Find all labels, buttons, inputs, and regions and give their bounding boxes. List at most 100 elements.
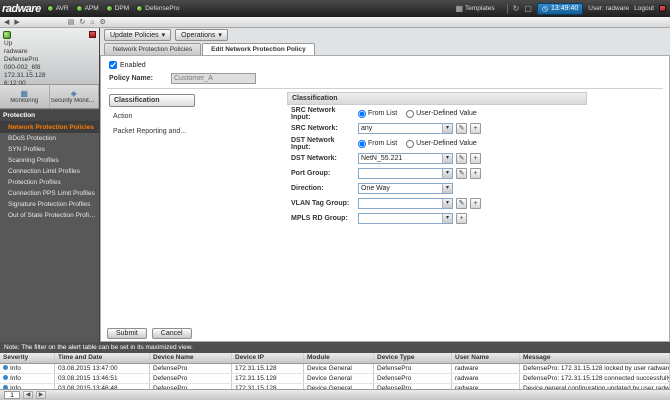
nav-section-protection[interactable]: Protection	[0, 110, 99, 122]
src-from-list-option[interactable]: From List	[358, 109, 398, 118]
device-status: Up	[4, 40, 13, 47]
add-icon[interactable]: +	[470, 198, 481, 209]
refresh-icon[interactable]: ↻	[513, 4, 520, 13]
previous-page-icon[interactable]: ◀	[23, 391, 33, 399]
home-icon[interactable]: ⌂	[89, 18, 95, 27]
alerts-table: Severity Time and Date Device Name Devic…	[0, 353, 670, 389]
device-type: DefensePro	[4, 56, 39, 63]
nav-item-signature-protection-profiles[interactable]: Signature Protection Profiles	[0, 199, 99, 210]
alert-row[interactable]: Info 03.08.2015 13:47:00 DefensePro 172.…	[0, 364, 670, 374]
next-page-icon[interactable]: ▶	[36, 391, 46, 399]
nav-item-out-of-state-protection-profiles[interactable]: Out of State Protection Profiles	[0, 210, 99, 221]
src-user-defined-radio[interactable]	[406, 109, 415, 118]
policy-name-row: Policy Name:	[109, 73, 663, 84]
src-network-select[interactable]: any ▾	[358, 123, 453, 134]
section-packet-reporting[interactable]: Packet Reporting and...	[109, 126, 195, 137]
edit-icon[interactable]: ✎	[456, 153, 467, 164]
classification-group-title: Classification	[287, 92, 587, 105]
edit-icon[interactable]: ✎	[456, 168, 467, 179]
port-group-row: Port Group: ▾ ✎ +	[291, 168, 587, 179]
radio-label: From List	[368, 110, 398, 117]
divider	[107, 88, 663, 89]
app-defensepro[interactable]: DefensePro	[136, 5, 179, 12]
section-action[interactable]: Action	[109, 111, 195, 122]
nav-item-connection-pps-limit-profiles[interactable]: Connection PPS Limit Profiles	[0, 188, 99, 199]
col-module[interactable]: Module	[304, 353, 374, 363]
clock-display: ◷ 13:49:40	[536, 2, 584, 15]
edit-icon[interactable]: ✎	[456, 198, 467, 209]
content-tabs: Network Protection Policies Edit Network…	[100, 42, 670, 55]
col-severity[interactable]: Severity	[0, 353, 55, 363]
section-classification[interactable]: Classification	[109, 94, 195, 107]
app-label: APM	[84, 5, 99, 12]
templates-button[interactable]: ▦ Templates	[455, 4, 494, 13]
dst-user-defined-radio[interactable]	[406, 139, 415, 148]
tab-label: Monitoring	[10, 98, 39, 104]
col-device-type[interactable]: Device Type	[374, 353, 452, 363]
gear-icon[interactable]: ⚙	[99, 18, 107, 27]
nav-item-protection-profiles[interactable]: Protection Profiles	[0, 177, 99, 188]
nav-item-network-protection-policies[interactable]: Network Protection Policies	[0, 122, 99, 133]
app-avr[interactable]: AVR	[46, 5, 69, 12]
device-name-value: DefensePro	[150, 364, 232, 373]
chevron-down-icon: ▾	[161, 32, 166, 39]
alert-row[interactable]: Info 03.08.2015 13:46:51 DefensePro 172.…	[0, 374, 670, 384]
info-icon	[3, 365, 8, 370]
src-user-defined-option[interactable]: User-Defined Value	[406, 109, 477, 118]
cancel-button[interactable]: Cancel	[151, 328, 192, 339]
col-time-and-date[interactable]: Time and Date	[55, 353, 150, 363]
update-policies-button[interactable]: Update Policies ▾	[104, 29, 172, 41]
refresh-device-icon[interactable]: ↻	[78, 18, 86, 27]
mpls-rd-group-select[interactable]: ▾	[358, 213, 453, 224]
src-from-list-radio[interactable]	[358, 109, 366, 118]
direction-row: Direction: One Way ▾	[291, 183, 587, 194]
dst-network-label: DST Network:	[291, 155, 337, 162]
col-device-name[interactable]: Device Name	[150, 353, 232, 363]
logout-button[interactable]: Logout	[634, 5, 654, 12]
form-footer: Submit Cancel	[107, 328, 192, 339]
chevron-down-icon: ▾	[442, 214, 452, 223]
operations-label: Operations	[181, 31, 216, 39]
col-message[interactable]: Message	[520, 353, 670, 363]
operations-button[interactable]: Operations ▾	[175, 29, 228, 41]
dst-network-select[interactable]: NetN_55.221 ▾	[358, 153, 453, 164]
dst-from-list-option[interactable]: From List	[358, 139, 397, 148]
page-number-input[interactable]	[4, 391, 20, 399]
tab-network-protection-policies[interactable]: Network Protection Policies	[104, 43, 202, 55]
back-icon[interactable]: ◀	[3, 18, 10, 27]
forward-icon[interactable]: ▶	[13, 18, 20, 27]
dst-user-defined-option[interactable]: User-Defined Value	[406, 139, 477, 148]
add-icon[interactable]: +	[470, 153, 481, 164]
add-icon[interactable]: +	[470, 168, 481, 179]
current-time: 13:49:40	[551, 5, 579, 12]
enabled-label: Enabled	[120, 61, 146, 69]
app-apm[interactable]: APM	[75, 5, 99, 12]
add-icon[interactable]: +	[456, 213, 467, 224]
direction-select[interactable]: One Way ▾	[358, 183, 453, 194]
tab-security-monitoring[interactable]: ◈ Security Monitoring	[50, 85, 99, 108]
nav-item-connection-limit-profiles[interactable]: Connection Limit Profiles	[0, 166, 99, 177]
policy-name-label: Policy Name:	[109, 75, 153, 82]
port-group-select[interactable]: ▾	[358, 168, 453, 179]
tab-edit-network-protection-policy[interactable]: Edit Network Protection Policy	[202, 43, 315, 55]
alarm-indicator-icon[interactable]	[659, 5, 666, 12]
nav-item-bdos-protection[interactable]: BDoS Protection	[0, 133, 99, 144]
enabled-checkbox[interactable]	[109, 61, 117, 69]
vlan-tag-group-label: VLAN Tag Group:	[291, 200, 350, 207]
device-type-value: DefensePro	[374, 364, 452, 373]
dst-from-list-radio[interactable]	[358, 139, 366, 148]
vlan-tag-group-select[interactable]: ▾	[358, 198, 453, 209]
edit-icon[interactable]: ✎	[456, 123, 467, 134]
fullscreen-icon[interactable]: ▢	[524, 4, 532, 13]
save-icon[interactable]: ▤	[67, 18, 76, 27]
src-network-input-label: SRC Network Input:	[291, 106, 336, 121]
submit-button[interactable]: Submit	[107, 328, 147, 339]
tab-monitoring[interactable]: ▦ Monitoring	[0, 85, 50, 108]
add-icon[interactable]: +	[470, 123, 481, 134]
nav-item-syn-profiles[interactable]: SYN Profiles	[0, 144, 99, 155]
col-user-name[interactable]: User Name	[452, 353, 520, 363]
nav-item-scanning-profiles[interactable]: Scanning Profiles	[0, 155, 99, 166]
app-dpm[interactable]: DPM	[105, 5, 129, 12]
dst-network-value: NetN_55.221	[361, 155, 403, 162]
col-device-ip[interactable]: Device IP	[232, 353, 304, 363]
